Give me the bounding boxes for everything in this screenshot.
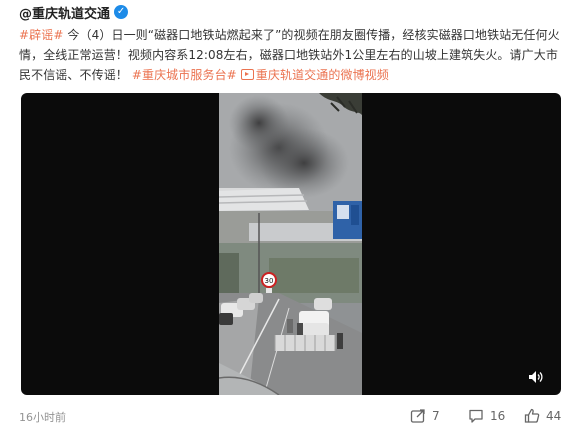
author-name[interactable]: @重庆轨道交通: [19, 3, 110, 22]
post-header: @重庆轨道交通 ✓: [19, 3, 129, 22]
link-play-icon: [240, 69, 254, 80]
post-time[interactable]: 16小时前: [19, 409, 66, 425]
volume-icon[interactable]: [528, 370, 544, 384]
video-link-label: 重庆轨道交通的微博视频: [255, 68, 389, 82]
video-link[interactable]: 重庆轨道交通的微博视频: [240, 68, 389, 82]
comment-button[interactable]: 16: [468, 406, 505, 426]
verified-icon: ✓: [114, 5, 129, 19]
like-button[interactable]: 44: [524, 406, 561, 426]
share-button[interactable]: 7: [410, 406, 440, 426]
post-text: #辟谣# 今（4）日一则“磁器口地铁站燃起来了”的视频在朋友圈传播，经核实磁器口…: [19, 25, 567, 85]
video-frame: 30: [219, 93, 362, 395]
speed-limit-sign: 30: [265, 277, 274, 285]
video-player[interactable]: 30: [21, 93, 561, 395]
comment-count: 16: [490, 409, 506, 423]
hashtag-link[interactable]: #辟谣#: [19, 28, 64, 42]
comment-icon: [469, 409, 483, 423]
like-count: 44: [546, 409, 562, 423]
share-icon: [410, 409, 425, 423]
video-scene: 30: [219, 93, 362, 395]
share-count: 7: [432, 409, 440, 423]
topic-link[interactable]: #重庆城市服务台#: [132, 68, 237, 82]
like-icon: [524, 408, 540, 423]
post-footer: 16小时前 7 16 44: [0, 400, 582, 432]
